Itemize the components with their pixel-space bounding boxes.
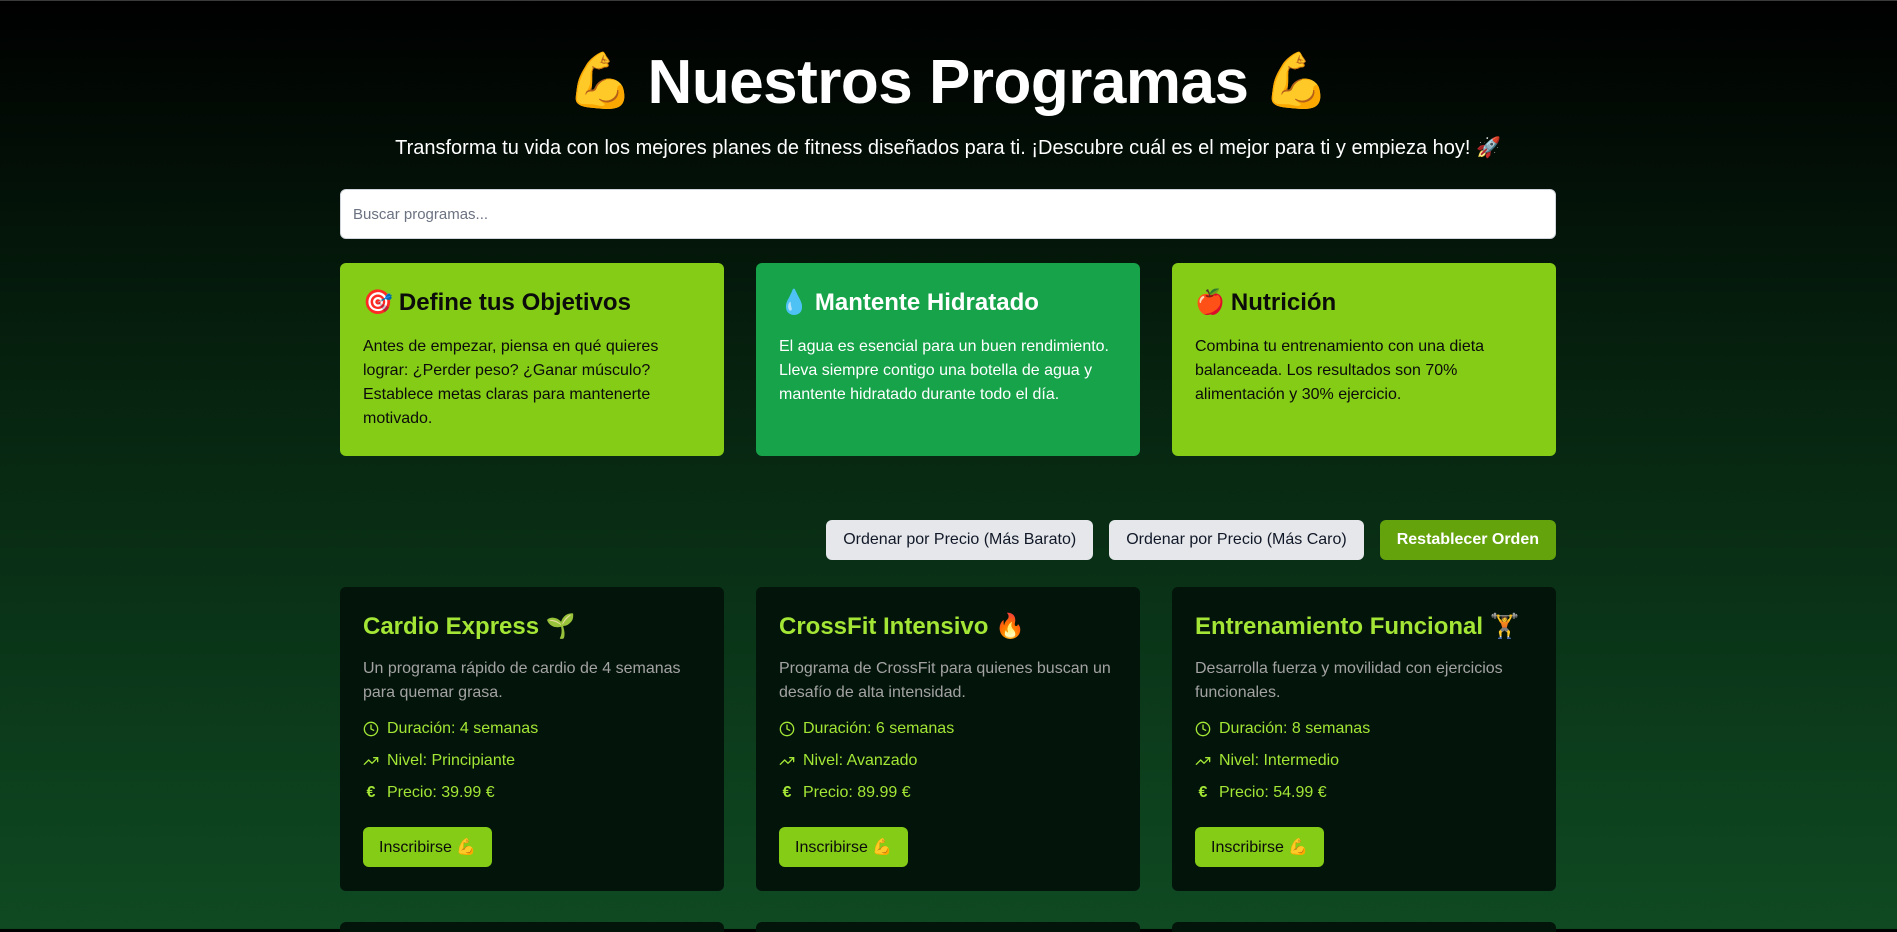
program-price: € Precio: 89.99 € <box>779 781 1117 805</box>
euro-icon: € <box>366 784 376 801</box>
enroll-button[interactable]: Inscribirse 💪 <box>779 827 909 867</box>
flexed-biceps-icon: 💪 <box>566 51 634 111</box>
program-duration: Duración: 4 semanas <box>363 717 701 741</box>
program-duration-text: Duración: 4 semanas <box>387 720 539 737</box>
tip-text: Combina tu entrenamiento con una dieta b… <box>1195 338 1485 403</box>
program-title: Entrenamiento Funcional 🏋️ <box>1195 613 1520 640</box>
tip-card-objetivos: 🎯 Define tus Objetivos Antes de empezar, … <box>340 263 724 456</box>
tip-card-nutricion: 🍎 Nutrición Combina tu entrenamiento con … <box>1172 263 1556 456</box>
clock-icon <box>363 721 379 737</box>
program-price-text: Precio: 39.99 € <box>387 784 495 801</box>
program-level-text: Nivel: Intermedio <box>1219 752 1340 769</box>
tips-section: 🎯 Define tus Objetivos Antes de empezar, … <box>340 263 1556 456</box>
tip-card-hidratado: 💧 Mantente Hidratado El agua es esencial … <box>756 263 1140 456</box>
program-price: € Precio: 39.99 € <box>363 781 701 805</box>
clock-icon <box>1195 721 1211 737</box>
program-level: Nivel: Intermedio <box>1195 749 1533 773</box>
sort-expensive-button[interactable]: Ordenar por Precio (Más Caro) <box>1109 520 1364 560</box>
tip-text: Antes de empezar, piensa en qué quieres … <box>363 338 659 427</box>
apple-icon: 🍎 <box>1195 289 1225 316</box>
page-title-text: Nuestros Programas <box>647 48 1249 117</box>
program-level: Nivel: Avanzado <box>779 749 1117 773</box>
sort-cheapest-button[interactable]: Ordenar por Precio (Más Barato) <box>826 520 1094 560</box>
trending-up-icon <box>779 753 795 769</box>
program-price: € Precio: 54.99 € <box>1195 781 1533 805</box>
hero: 💪 Nuestros Programas 💪 Transforma tu vida … <box>340 0 1556 162</box>
tip-title-text: Nutrición <box>1230 289 1337 316</box>
enroll-button[interactable]: Inscribirse 💪 <box>363 827 493 867</box>
droplet-icon: 💧 <box>779 289 809 316</box>
program-title: Cardio Express 🌱 <box>363 613 576 640</box>
flexed-biceps-icon: 💪 <box>1262 51 1330 111</box>
clock-icon <box>779 721 795 737</box>
search-input[interactable] <box>340 189 1556 239</box>
programs-grid: Cardio Express 🌱 Un programa rápido de c… <box>340 587 1556 891</box>
program-price-text: Precio: 89.99 € <box>803 784 911 801</box>
tip-text: El agua es esencial para un buen rendimi… <box>779 338 1109 403</box>
program-duration-text: Duración: 8 semanas <box>1219 720 1371 737</box>
program-card-partial <box>340 922 724 932</box>
program-card-partial <box>1172 922 1556 932</box>
program-title: CrossFit Intensivo 🔥 <box>779 613 1025 640</box>
program-duration: Duración: 8 semanas <box>1195 717 1533 741</box>
page-title: 💪 Nuestros Programas 💪 <box>340 44 1556 120</box>
euro-icon: € <box>1198 784 1208 801</box>
tip-title: 🍎 Nutrición <box>1195 287 1533 319</box>
tip-title: 🎯 Define tus Objetivos <box>363 287 701 319</box>
program-description: Un programa rápido de cardio de 4 semana… <box>363 660 681 701</box>
trending-up-icon <box>363 753 379 769</box>
program-card: Cardio Express 🌱 Un programa rápido de c… <box>340 587 724 891</box>
program-duration-text: Duración: 6 semanas <box>803 720 955 737</box>
euro-icon: € <box>782 784 792 801</box>
program-card: CrossFit Intensivo 🔥 Programa de CrossFi… <box>756 587 1140 891</box>
tip-title-text: Mantente Hidratado <box>814 289 1039 316</box>
sort-toolbar: Ordenar por Precio (Más Barato) Ordenar … <box>340 520 1556 560</box>
program-card: Entrenamiento Funcional 🏋️ Desarrolla fu… <box>1172 587 1556 891</box>
enroll-button[interactable]: Inscribirse 💪 <box>1195 827 1325 867</box>
program-level-text: Nivel: Principiante <box>387 752 516 769</box>
tip-title-text: Define tus Objetivos <box>398 289 631 316</box>
page-subtitle: Transforma tu vida con los mejores plane… <box>395 137 1501 159</box>
program-description: Desarrolla fuerza y movilidad con ejerci… <box>1195 660 1503 701</box>
program-card-partial <box>756 922 1140 932</box>
program-duration: Duración: 6 semanas <box>779 717 1117 741</box>
program-description: Programa de CrossFit para quienes buscan… <box>779 660 1111 701</box>
next-row-cards <box>340 922 1556 932</box>
trending-up-icon <box>1195 753 1211 769</box>
program-level-text: Nivel: Avanzado <box>803 752 918 769</box>
reset-order-button[interactable]: Restablecer Orden <box>1379 520 1556 560</box>
tip-title: 💧 Mantente Hidratado <box>779 287 1117 319</box>
target-icon: 🎯 <box>363 289 393 316</box>
main-container: 💪 Nuestros Programas 💪 Transforma tu vida … <box>340 0 1556 891</box>
program-level: Nivel: Principiante <box>363 749 701 773</box>
program-price-text: Precio: 54.99 € <box>1219 784 1327 801</box>
